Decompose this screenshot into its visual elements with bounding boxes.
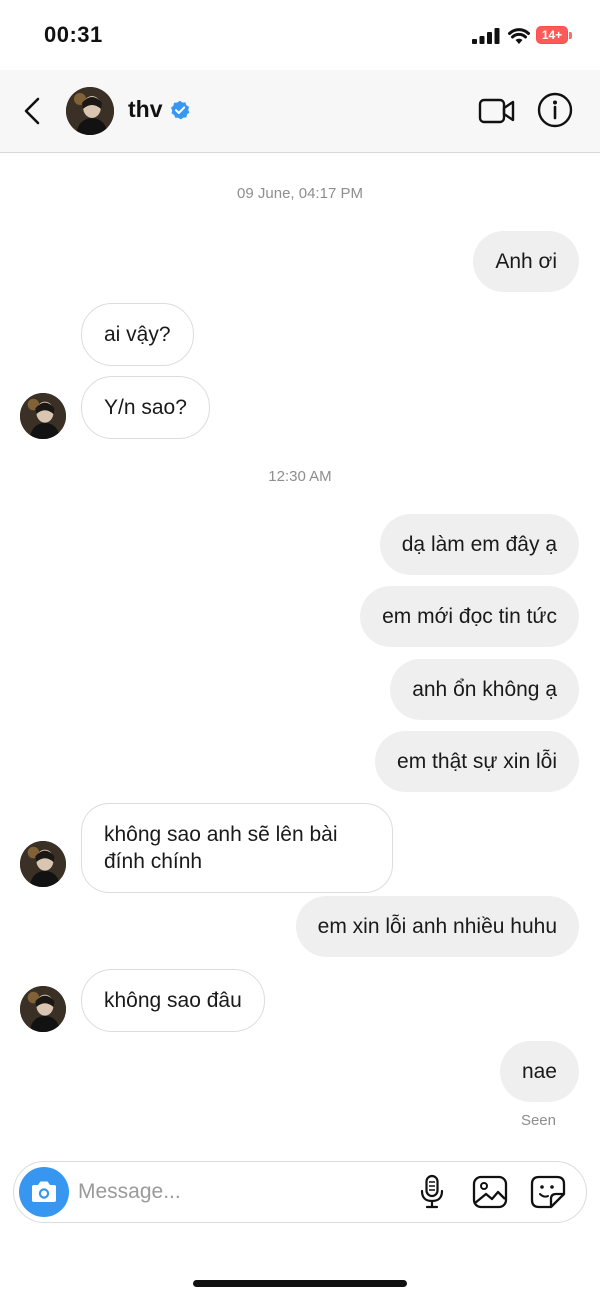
message-bubble-incoming[interactable]: ai vậy?	[81, 303, 194, 366]
timestamp: 12:30 AM	[268, 468, 332, 485]
seen-indicator: Seen	[520, 1112, 556, 1129]
battery-icon: 14+	[536, 26, 574, 46]
message-input[interactable]	[78, 1176, 398, 1208]
signal-icon	[472, 28, 500, 44]
info-icon[interactable]	[537, 92, 573, 128]
avatar[interactable]	[20, 841, 66, 887]
message-bubble-incoming[interactable]: không sao đâu	[81, 969, 265, 1032]
camera-button[interactable]	[19, 1167, 69, 1217]
message-bubble-outgoing[interactable]: anh ổn không ạ	[390, 659, 579, 720]
camera-icon	[32, 1181, 56, 1202]
message-bubble-outgoing[interactable]: em thật sự xin lỗi	[375, 731, 579, 792]
back-icon[interactable]	[20, 96, 46, 126]
microphone-icon[interactable]	[418, 1174, 446, 1210]
message-bubble-incoming[interactable]: không sao anh sẽ lên bài đính chính	[81, 803, 393, 893]
video-call-icon[interactable]	[478, 96, 516, 126]
timestamp: 09 June, 04:17 PM	[237, 185, 363, 202]
contact-name[interactable]: thv	[128, 96, 163, 123]
wifi-icon	[508, 28, 530, 44]
message-bubble-outgoing[interactable]: dạ làm em đây ạ	[379, 514, 579, 575]
avatar[interactable]	[20, 393, 66, 439]
verified-icon	[171, 100, 190, 120]
gallery-icon[interactable]	[472, 1175, 508, 1209]
message-bubble-outgoing[interactable]: em xin lỗi anh nhiều huhu	[295, 896, 579, 957]
battery-level: 14+	[541, 28, 563, 42]
sticker-icon[interactable]	[530, 1175, 566, 1209]
message-bubble-incoming[interactable]: Y/n sao?	[81, 376, 210, 439]
message-bubble-outgoing[interactable]: nae	[499, 1041, 579, 1102]
home-indicator	[193, 1280, 407, 1287]
message-bubble-outgoing[interactable]: Anh ơi	[473, 231, 579, 292]
avatar[interactable]	[66, 87, 114, 135]
status-time: 00:31	[44, 22, 103, 47]
message-bubble-outgoing[interactable]: em mới đọc tin tức	[360, 586, 579, 647]
avatar[interactable]	[20, 986, 66, 1032]
